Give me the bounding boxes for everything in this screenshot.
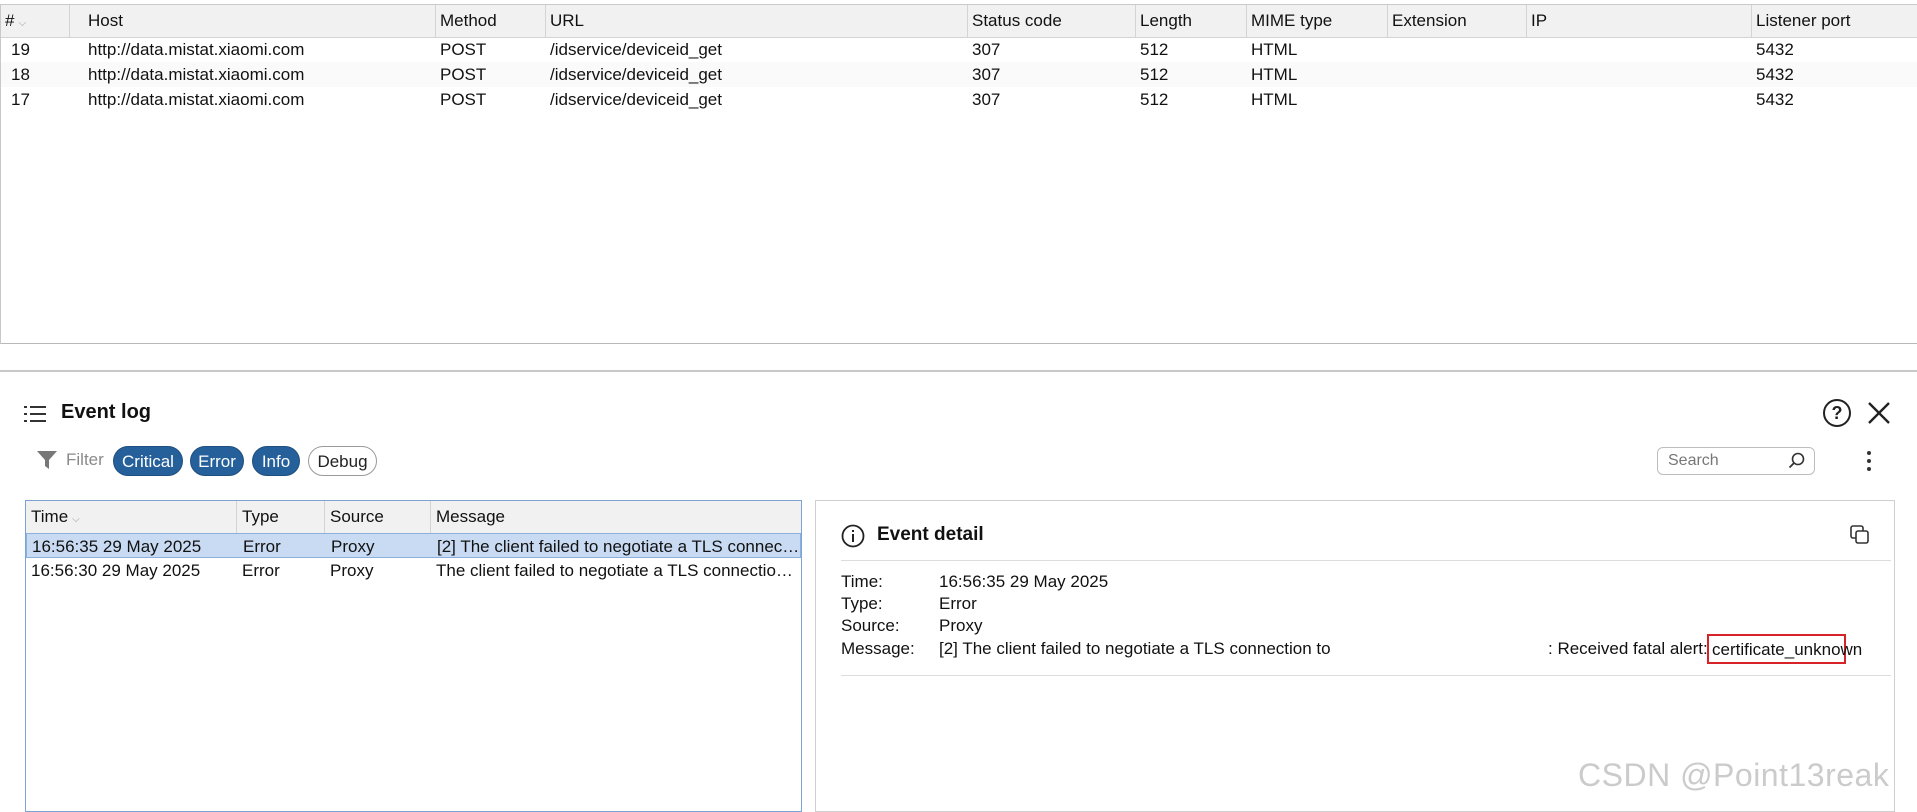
help-icon[interactable]: ? (1822, 398, 1852, 428)
message-suffix: : Received fatal alert: (1548, 639, 1708, 658)
cell-method: POST (440, 65, 487, 84)
cell-url: /idservice/deviceid_get (550, 65, 722, 84)
table-row[interactable]: 19 http://data.mistat.xiaomi.com POST /i… (1, 37, 1917, 62)
cell-port: 5432 (1756, 65, 1794, 84)
cell-ip (1527, 87, 1531, 112)
col-listener-port[interactable]: Listener port (1752, 5, 1917, 37)
cell-type: Error (242, 561, 280, 580)
cell-type: Error (243, 537, 281, 556)
cell-mime: HTML (1251, 90, 1298, 109)
cell-number: 17 (11, 90, 30, 109)
event-row-selected[interactable]: 16:56:35 29 May 2025 Error Proxy [2] The… (26, 533, 801, 558)
col-status-code[interactable]: Status code (968, 5, 1136, 37)
col-host[interactable]: Host (84, 5, 436, 37)
event-list-header: Time ⌵ Type Source Message (26, 501, 801, 534)
http-table-header: # ⌵ Host Method URL Status code Length MI… (1, 5, 1917, 38)
cell-length: 512 (1140, 90, 1169, 109)
svg-text:?: ? (1832, 403, 1843, 423)
col-length[interactable]: Length (1136, 5, 1247, 37)
more-options-icon[interactable] (1862, 447, 1876, 475)
copy-icon[interactable] (1849, 524, 1871, 546)
filter-debug-toggle[interactable]: Debug (308, 446, 377, 476)
col-method[interactable]: Method (436, 5, 546, 37)
filter-info-toggle[interactable]: Info (252, 446, 300, 476)
cell-extension (1388, 62, 1392, 87)
table-row[interactable]: 18 http://data.mistat.xiaomi.com POST /i… (1, 62, 1917, 87)
cell-status: 307 (972, 40, 1001, 59)
col-time[interactable]: Time ⌵ (26, 501, 237, 533)
cell-method: POST (440, 90, 487, 109)
http-history-table: # ⌵ Host Method URL Status code Length MI… (0, 4, 1917, 344)
cell-source: Proxy (331, 537, 375, 556)
sort-down-icon: ⌵ (72, 514, 80, 525)
search-box[interactable] (1657, 447, 1815, 475)
cell-number: 18 (11, 65, 30, 84)
cell-message: [2] The client failed to negotiate a TLS… (437, 537, 802, 556)
col-ip[interactable]: IP (1527, 5, 1752, 37)
time-value: 16:56:35 29 May 2025 (939, 572, 1109, 591)
search-icon[interactable] (1788, 452, 1806, 470)
cell-extension (1388, 37, 1392, 62)
list-icon (24, 406, 46, 422)
event-row[interactable]: 16:56:30 29 May 2025 Error Proxy The cli… (26, 558, 801, 583)
filter-critical-toggle[interactable]: Critical (113, 446, 183, 476)
cell-extension (1388, 87, 1392, 112)
type-value: Error (939, 594, 977, 613)
cell-mime: HTML (1251, 65, 1298, 84)
col-url[interactable]: URL (546, 5, 968, 37)
cell-mime: HTML (1251, 40, 1298, 59)
filter-error-toggle[interactable]: Error (190, 446, 244, 476)
source-value: Proxy (939, 616, 983, 635)
cell-message: The client failed to negotiate a TLS con… (436, 561, 801, 580)
cell-url: /idservice/deviceid_get (550, 40, 722, 59)
cell-time: 16:56:35 29 May 2025 (32, 537, 202, 556)
col-extension[interactable]: Extension (1388, 5, 1527, 37)
col-number[interactable]: # ⌵ (1, 5, 70, 37)
cell-time: 16:56:30 29 May 2025 (31, 561, 201, 580)
message-value: [2] The client failed to negotiate a TLS… (939, 639, 1331, 658)
source-label: Source: (841, 616, 900, 635)
search-input[interactable] (1668, 450, 1780, 472)
cell-source: Proxy (330, 561, 374, 580)
event-log-title: Event log (61, 401, 152, 423)
info-icon (841, 524, 865, 548)
cell-number: 19 (11, 40, 30, 59)
col-message[interactable]: Message (431, 501, 801, 533)
table-row[interactable]: 17 http://data.mistat.xiaomi.com POST /i… (1, 87, 1917, 112)
message-label: Message: (841, 639, 915, 658)
divider (841, 560, 1891, 561)
col-type[interactable]: Type (237, 501, 325, 533)
cell-port: 5432 (1756, 40, 1794, 59)
type-label: Type: (841, 594, 883, 613)
close-icon[interactable] (1866, 400, 1892, 426)
cell-status: 307 (972, 65, 1001, 84)
sort-down-icon: ⌵ (18, 18, 27, 29)
cell-port: 5432 (1756, 90, 1794, 109)
event-list-table: Time ⌵ Type Source Message 16:56:35 29 Ma… (25, 500, 802, 812)
cell-host: http://data.mistat.xiaomi.com (88, 90, 305, 109)
pane-splitter[interactable] (0, 370, 1917, 372)
certificate-unknown-highlight: certificate_unknown (1707, 634, 1862, 664)
cell-length: 512 (1140, 65, 1169, 84)
filter-label: Filter (66, 450, 104, 469)
watermark: CSDN @Point13reak (1578, 757, 1890, 793)
cell-method: POST (440, 40, 487, 59)
col-mime-type[interactable]: MIME type (1247, 5, 1388, 37)
cell-length: 512 (1140, 40, 1169, 59)
event-detail-title: Event detail (877, 524, 984, 545)
cell-ip (1527, 37, 1531, 62)
filter-icon[interactable] (36, 449, 58, 471)
divider (841, 675, 1891, 676)
cell-ip (1527, 62, 1531, 87)
cell-url: /idservice/deviceid_get (550, 90, 722, 109)
cell-host: http://data.mistat.xiaomi.com (88, 65, 305, 84)
cell-status: 307 (972, 90, 1001, 109)
col-source[interactable]: Source (325, 501, 431, 533)
time-label: Time: (841, 572, 883, 591)
cell-host: http://data.mistat.xiaomi.com (88, 40, 305, 59)
